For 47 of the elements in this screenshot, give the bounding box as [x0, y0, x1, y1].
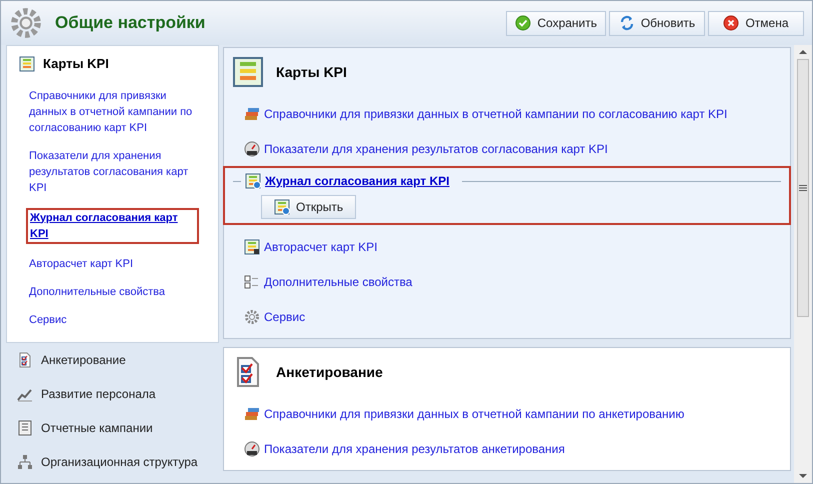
- item-link[interactable]: Авторасчет карт KPI: [264, 238, 378, 256]
- sidebar-link[interactable]: Дополнительные свойства: [29, 284, 196, 300]
- refresh-icon: [618, 15, 635, 31]
- item-link[interactable]: Справочники для привязки данных в отчетной кампании по анкетированию: [264, 404, 684, 422]
- section-title: Анкетирование: [276, 362, 383, 382]
- table-icon: [244, 238, 260, 254]
- table-icon: [232, 56, 264, 88]
- grip-icon: [799, 185, 807, 191]
- item-link[interactable]: Справочники для привязки данных в отчетной кампании по согласованию карт KPI: [264, 104, 728, 122]
- checkbox-list-icon: [244, 274, 260, 290]
- close-icon: [723, 15, 740, 31]
- item-link[interactable]: Показатели для хранения результатов анкетирования: [264, 440, 565, 458]
- books-icon: [244, 406, 260, 422]
- gauge-icon: [244, 440, 260, 456]
- scrollbar[interactable]: [794, 45, 812, 483]
- section-title: Карты KPI: [276, 62, 347, 82]
- sidebar-group[interactable]: Анкетирование: [1, 342, 219, 376]
- open-button[interactable]: Открыть: [261, 195, 356, 219]
- gauge-icon: [244, 140, 260, 156]
- refresh-button[interactable]: Обновить: [609, 10, 705, 36]
- checklist-icon: [17, 352, 33, 368]
- item-link[interactable]: Сервис: [264, 308, 306, 326]
- settings-icon: [9, 6, 43, 40]
- cancel-button[interactable]: Отмена: [708, 10, 804, 36]
- hierarchy-icon: [17, 454, 33, 470]
- sidebar-group[interactable]: Отчетные кампании: [1, 410, 219, 444]
- sidebar-link[interactable]: Показатели для хранения результатов согласования карт KPI: [29, 148, 196, 196]
- sidebar-link[interactable]: Авторасчет карт KPI: [29, 256, 196, 272]
- sidebar-link[interactable]: Журнал согласования карт KPI: [26, 208, 199, 244]
- books-icon: [244, 106, 260, 122]
- table-check-icon: [245, 173, 261, 189]
- sidebar-link[interactable]: Справочники для привязки данных в отчетной кампании по согласованию карт KPI: [29, 88, 196, 136]
- check-icon: [515, 15, 532, 31]
- table-check-icon: [274, 199, 290, 215]
- sidebar-link[interactable]: Сервис: [29, 312, 196, 328]
- scroll-thumb[interactable]: [797, 59, 809, 317]
- item-link[interactable]: Показатели для хранения результатов согласования карт KPI: [264, 140, 608, 158]
- table-icon: [19, 56, 35, 72]
- sidebar-group[interactable]: Развитие персонала: [1, 376, 219, 410]
- item-link[interactable]: Журнал согласования карт KPI: [265, 172, 450, 190]
- sidebar-group[interactable]: Карты KPI: [7, 46, 218, 82]
- sidebar-group[interactable]: Организационная структура: [1, 444, 219, 478]
- settings-icon: [244, 308, 260, 324]
- page-title: Общие настройки: [55, 12, 206, 34]
- save-button[interactable]: Сохранить: [506, 10, 606, 36]
- document-icon: [17, 420, 33, 436]
- item-link[interactable]: Дополнительные свойства: [264, 272, 412, 290]
